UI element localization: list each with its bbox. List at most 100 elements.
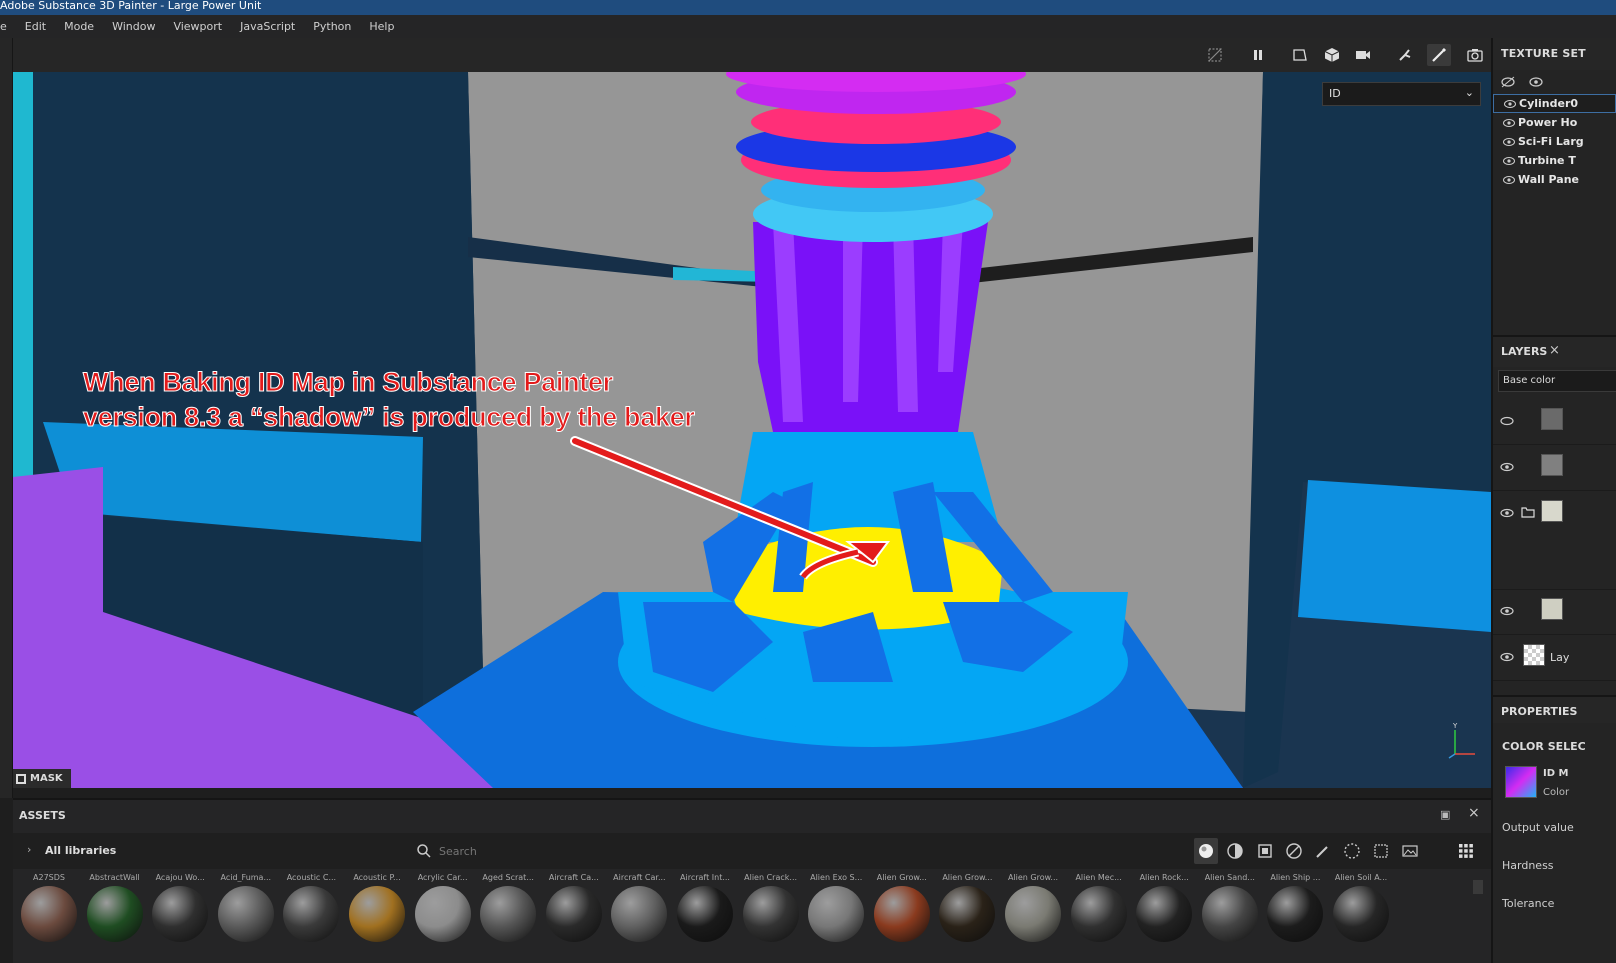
- grid-view-icon[interactable]: [1457, 842, 1475, 860]
- menu-window[interactable]: Window: [103, 15, 164, 38]
- asset-thumbnail[interactable]: [677, 886, 733, 942]
- layer-row[interactable]: [1493, 400, 1616, 445]
- layer-folder-row[interactable]: [1493, 492, 1616, 590]
- menu-edit[interactable]: Edit: [16, 15, 55, 38]
- asset-thumbnail[interactable]: [283, 886, 340, 942]
- left-tool-strip[interactable]: [0, 38, 13, 798]
- menu-bar: e Edit Mode Window Viewport JavaScript P…: [0, 15, 1616, 38]
- asset-thumbnail[interactable]: [939, 886, 996, 942]
- eye-icon[interactable]: [1500, 508, 1514, 518]
- float-panel-icon[interactable]: ▣: [1440, 808, 1450, 821]
- layers-channel-dropdown[interactable]: Base color: [1498, 370, 1616, 392]
- eye-icon[interactable]: [1503, 137, 1515, 147]
- asset-thumbnail[interactable]: [1333, 886, 1389, 942]
- texture-set-item[interactable]: Sci-Fi Larg: [1493, 132, 1616, 151]
- asset-name: Alien Rock...: [1139, 873, 1189, 882]
- eye-icon[interactable]: [1500, 652, 1514, 662]
- asset-thumbnail[interactable]: [1267, 886, 1324, 942]
- chevron-right-icon[interactable]: ›: [27, 843, 31, 856]
- mask-filter-icon[interactable]: [1256, 842, 1274, 860]
- brush-icon[interactable]: [1427, 44, 1451, 66]
- asset-thumbnail[interactable]: [349, 886, 405, 942]
- filter-materials-button[interactable]: [1194, 838, 1218, 864]
- cube-icon[interactable]: [1320, 44, 1344, 66]
- axis-gizmo: Y: [1447, 720, 1477, 760]
- screenshot-icon[interactable]: [1463, 44, 1487, 66]
- channel-dropdown[interactable]: ID ⌄: [1322, 82, 1481, 106]
- menu-viewport[interactable]: Viewport: [164, 15, 231, 38]
- asset-thumbnail[interactable]: [808, 886, 865, 942]
- environment-icon[interactable]: [1401, 842, 1419, 860]
- asset-thumbnail[interactable]: [86, 886, 143, 942]
- menu-mode[interactable]: Mode: [55, 15, 103, 38]
- asset-thumbnail[interactable]: [217, 886, 274, 942]
- eye-icon[interactable]: [1503, 175, 1515, 185]
- menu-help[interactable]: Help: [360, 15, 403, 38]
- asset-thumbnail[interactable]: [1005, 886, 1061, 942]
- camera-icon[interactable]: [1351, 44, 1375, 66]
- asset-thumbnail[interactable]: [742, 886, 799, 942]
- hide-all-icon[interactable]: [1501, 76, 1515, 88]
- tolerance-label: Tolerance: [1502, 897, 1555, 910]
- asset-name: Alien Ship ...: [1270, 873, 1321, 882]
- texture-icon[interactable]: [1372, 842, 1390, 860]
- asset-thumbnail[interactable]: [611, 886, 668, 942]
- pause-icon[interactable]: [1246, 44, 1270, 66]
- asset-thumbnail[interactable]: [1201, 886, 1258, 942]
- asset-thumbnail[interactable]: [545, 886, 602, 942]
- asset-thumbnail[interactable]: [152, 886, 209, 942]
- eye-icon[interactable]: [1504, 99, 1516, 109]
- eye-icon[interactable]: [1503, 118, 1515, 128]
- asset-name: Acajou Wo...: [155, 873, 205, 882]
- smart-material-icon[interactable]: [1226, 842, 1244, 860]
- close-icon[interactable]: ×: [1549, 343, 1560, 358]
- eye-icon[interactable]: [1500, 462, 1514, 472]
- texture-set-item[interactable]: Cylinder0: [1493, 94, 1616, 113]
- assets-toolbar: › All libraries: [13, 833, 1491, 869]
- layers-channel-value: Base color: [1503, 375, 1556, 386]
- all-libraries-label[interactable]: All libraries: [45, 844, 116, 857]
- perspective-icon[interactable]: [1288, 44, 1312, 66]
- asset-name: AbstractWall: [89, 873, 140, 882]
- asset-thumbnail[interactable]: [480, 886, 537, 942]
- eye-icon[interactable]: [1500, 606, 1514, 616]
- menu-file[interactable]: e: [0, 15, 16, 38]
- asset-thumbnail[interactable]: [1136, 886, 1193, 942]
- asset-thumbnail[interactable]: [873, 886, 930, 942]
- asset-thumbnail[interactable]: [1070, 886, 1127, 942]
- asset-thumbnail[interactable]: [21, 886, 77, 942]
- tool-icon[interactable]: [1393, 44, 1417, 66]
- menu-javascript[interactable]: JavaScript: [231, 15, 304, 38]
- close-icon[interactable]: ×: [1468, 805, 1480, 821]
- hide-icon[interactable]: [1203, 44, 1227, 66]
- menu-python[interactable]: Python: [304, 15, 360, 38]
- asset-name: Alien Crack...: [744, 873, 798, 882]
- eye-icon[interactable]: [1503, 156, 1515, 166]
- texture-set-item[interactable]: Turbine T: [1493, 151, 1616, 170]
- mask-toggle[interactable]: MASK: [13, 769, 71, 788]
- texture-set-toolbar: [1493, 70, 1616, 94]
- asset-name: Aged Scrat...: [482, 873, 534, 882]
- texture-set-item[interactable]: Wall Pane: [1493, 170, 1616, 189]
- search-input[interactable]: [439, 841, 639, 861]
- properties-header: PROPERTIES: [1493, 695, 1616, 723]
- channel-dropdown-value: ID: [1329, 87, 1341, 100]
- scrollbar[interactable]: [1473, 880, 1483, 894]
- pattern-icon[interactable]: [1343, 842, 1361, 860]
- texture-set-item[interactable]: Power Ho: [1493, 113, 1616, 132]
- show-all-icon[interactable]: [1529, 76, 1543, 88]
- filter-icon[interactable]: [1285, 842, 1303, 860]
- layer-row[interactable]: [1493, 590, 1616, 635]
- asset-name: Alien Sand...: [1204, 873, 1255, 882]
- eye-closed-icon[interactable]: [1500, 416, 1514, 426]
- axis-y-label: Y: [1452, 722, 1458, 730]
- id-map-thumbnail[interactable]: [1505, 766, 1537, 798]
- asset-thumbnail[interactable]: [414, 886, 471, 942]
- layer-row[interactable]: [1493, 446, 1616, 491]
- layer-row[interactable]: Lay: [1493, 636, 1616, 681]
- 3d-viewport[interactable]: When Baking ID Map in Substance Painter …: [13, 72, 1491, 788]
- annotation-line-2: version 8.3 a “shadow” is produced by th…: [83, 402, 696, 433]
- brush-icon[interactable]: [1314, 842, 1332, 860]
- mask-label: MASK: [30, 773, 63, 784]
- texture-set-label: Wall Pane: [1518, 173, 1580, 186]
